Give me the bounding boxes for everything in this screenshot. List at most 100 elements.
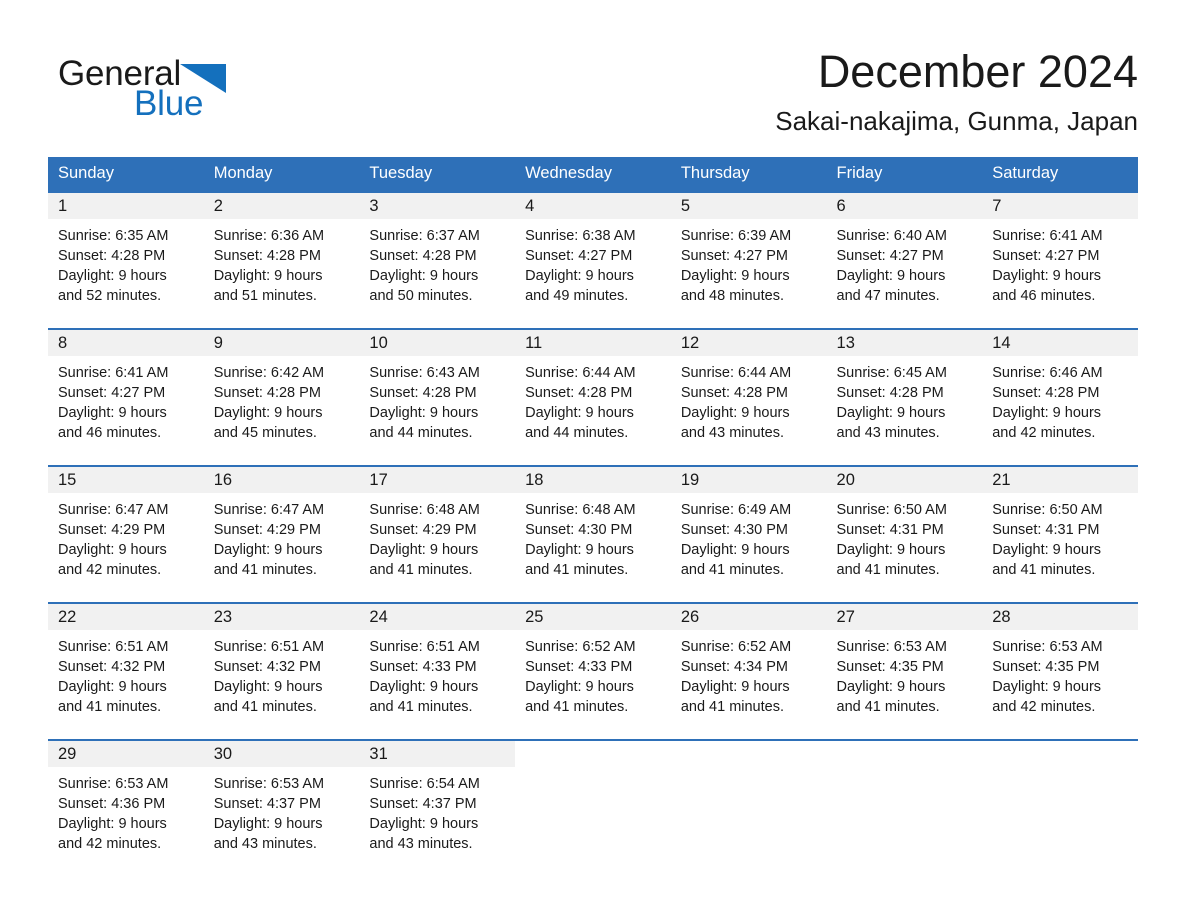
day-number: 4 bbox=[515, 193, 671, 219]
sunrise-text: Sunrise: 6:49 AM bbox=[680, 502, 792, 518]
general-blue-logo[interactable]: General Blue bbox=[58, 54, 298, 130]
week-spacer bbox=[48, 450, 1138, 466]
day-number bbox=[826, 741, 983, 767]
day-details: Sunrise: 6:37 AM Sunset: 4:28 PM Daylight:… bbox=[359, 219, 515, 306]
calendar-day-cell[interactable]: 13 Sunrise: 6:45 AM Sunset: 4:28 PM Dayligh… bbox=[826, 328, 983, 450]
sunrise-text: Sunrise: 6:51 AM bbox=[58, 639, 169, 655]
calendar-page: General Blue December 2024 Sakai-nakajim… bbox=[0, 0, 1188, 918]
calendar-day-cell[interactable]: 23 Sunrise: 6:51 AM Sunset: 4:32 PM Dayligh… bbox=[203, 602, 360, 724]
sunset-text: Sunset: 4:30 PM bbox=[525, 522, 633, 538]
calendar-day-cell[interactable]: 24 Sunrise: 6:51 AM Sunset: 4:33 PM Dayligh… bbox=[359, 602, 516, 724]
sunrise-text: Sunrise: 6:54 AM bbox=[369, 776, 480, 792]
sunset-text: Sunset: 4:29 PM bbox=[213, 522, 321, 538]
calendar-day-cell[interactable]: 28 Sunrise: 6:53 AM Sunset: 4:35 PM Dayligh… bbox=[982, 602, 1138, 724]
daylight-text-line2: and 47 minutes. bbox=[836, 288, 940, 304]
calendar-day-cell[interactable]: 18 Sunrise: 6:48 AM Sunset: 4:30 PM Dayligh… bbox=[515, 465, 671, 587]
calendar-day-cell[interactable]: 17 Sunrise: 6:48 AM Sunset: 4:29 PM Dayligh… bbox=[359, 465, 516, 587]
sunrise-text: Sunrise: 6:43 AM bbox=[369, 365, 480, 381]
daylight-text-line1: Daylight: 9 hours bbox=[369, 679, 479, 695]
sunrise-text: Sunrise: 6:52 AM bbox=[680, 639, 792, 655]
sunset-text: Sunset: 4:32 PM bbox=[213, 659, 321, 675]
daylight-text-line1: Daylight: 9 hours bbox=[525, 679, 634, 695]
sunrise-text: Sunrise: 6:45 AM bbox=[836, 365, 947, 381]
calendar-day-cell[interactable]: 10 Sunrise: 6:43 AM Sunset: 4:28 PM Dayligh… bbox=[359, 328, 516, 450]
sunset-text: Sunset: 4:36 PM bbox=[58, 796, 166, 812]
sunrise-text: Sunrise: 6:44 AM bbox=[680, 365, 792, 381]
logo-bottom-row: Blue bbox=[58, 86, 298, 122]
page-title: December 2024 bbox=[817, 46, 1138, 97]
daylight-text-line2: and 41 minutes. bbox=[213, 699, 317, 715]
sunset-text: Sunset: 4:35 PM bbox=[992, 659, 1100, 675]
sunset-text: Sunset: 4:37 PM bbox=[213, 796, 321, 812]
daylight-text-line2: and 42 minutes. bbox=[58, 562, 162, 578]
daylight-text-line1: Daylight: 9 hours bbox=[525, 268, 634, 284]
sunset-text: Sunset: 4:27 PM bbox=[836, 248, 944, 264]
calendar-day-cell[interactable]: 30 Sunrise: 6:53 AM Sunset: 4:37 PM Dayligh… bbox=[203, 739, 360, 861]
sunrise-text: Sunrise: 6:41 AM bbox=[58, 365, 169, 381]
daylight-text-line1: Daylight: 9 hours bbox=[836, 542, 946, 558]
calendar-day-cell[interactable]: 11 Sunrise: 6:44 AM Sunset: 4:28 PM Dayligh… bbox=[515, 328, 671, 450]
day-details bbox=[827, 767, 983, 774]
calendar-day-cell[interactable]: 21 Sunrise: 6:50 AM Sunset: 4:31 PM Dayligh… bbox=[982, 465, 1138, 587]
calendar-day-cell[interactable]: 26 Sunrise: 6:52 AM Sunset: 4:34 PM Dayligh… bbox=[670, 602, 827, 724]
daylight-text-line1: Daylight: 9 hours bbox=[213, 679, 323, 695]
day-number: 14 bbox=[982, 330, 1138, 356]
sunset-text: Sunset: 4:28 PM bbox=[836, 385, 944, 401]
calendar-day-cell[interactable]: 27 Sunrise: 6:53 AM Sunset: 4:35 PM Dayligh… bbox=[826, 602, 983, 724]
sunset-text: Sunset: 4:28 PM bbox=[213, 248, 321, 264]
calendar-day-cell[interactable]: 25 Sunrise: 6:52 AM Sunset: 4:33 PM Dayligh… bbox=[515, 602, 671, 724]
sunset-text: Sunset: 4:28 PM bbox=[213, 385, 321, 401]
sunset-text: Sunset: 4:28 PM bbox=[369, 385, 477, 401]
sunrise-text: Sunrise: 6:47 AM bbox=[58, 502, 169, 518]
day-details: Sunrise: 6:54 AM Sunset: 4:37 PM Daylight:… bbox=[359, 767, 515, 854]
calendar-day-cell[interactable]: 15 Sunrise: 6:47 AM Sunset: 4:29 PM Dayligh… bbox=[48, 465, 204, 587]
daylight-text-line2: and 42 minutes. bbox=[992, 699, 1096, 715]
page-header: General Blue December 2024 Sakai-nakajim… bbox=[48, 44, 1138, 148]
sunrise-text: Sunrise: 6:53 AM bbox=[992, 639, 1103, 655]
calendar-day-cell[interactable]: 31 Sunrise: 6:54 AM Sunset: 4:37 PM Dayligh… bbox=[359, 739, 516, 861]
sunset-text: Sunset: 4:28 PM bbox=[58, 248, 166, 264]
calendar-day-cell[interactable]: 2 Sunrise: 6:36 AM Sunset: 4:28 PM Daylight… bbox=[203, 191, 360, 313]
sunrise-text: Sunrise: 6:41 AM bbox=[992, 228, 1103, 244]
day-number: 25 bbox=[515, 604, 671, 630]
daylight-text-line1: Daylight: 9 hours bbox=[58, 405, 167, 421]
calendar-day-cell[interactable]: 20 Sunrise: 6:50 AM Sunset: 4:31 PM Dayligh… bbox=[826, 465, 983, 587]
calendar-empty-cell bbox=[826, 739, 983, 861]
day-number: 6 bbox=[826, 193, 983, 219]
daylight-text-line1: Daylight: 9 hours bbox=[58, 542, 167, 558]
day-number: 29 bbox=[48, 741, 204, 767]
daylight-text-line2: and 41 minutes. bbox=[369, 699, 473, 715]
calendar-empty-cell bbox=[982, 739, 1138, 861]
daylight-text-line2: and 51 minutes. bbox=[213, 288, 317, 304]
calendar-day-cell[interactable]: 5 Sunrise: 6:39 AM Sunset: 4:27 PM Daylight… bbox=[670, 191, 827, 313]
calendar-day-cell[interactable]: 9 Sunrise: 6:42 AM Sunset: 4:28 PM Daylight… bbox=[203, 328, 360, 450]
calendar-day-cell[interactable]: 3 Sunrise: 6:37 AM Sunset: 4:28 PM Daylight… bbox=[359, 191, 516, 313]
calendar-day-cell[interactable]: 4 Sunrise: 6:38 AM Sunset: 4:27 PM Daylight… bbox=[515, 191, 671, 313]
calendar-day-cell[interactable]: 22 Sunrise: 6:51 AM Sunset: 4:32 PM Dayligh… bbox=[48, 602, 204, 724]
daylight-text-line1: Daylight: 9 hours bbox=[369, 816, 479, 832]
calendar-day-cell[interactable]: 14 Sunrise: 6:46 AM Sunset: 4:28 PM Dayligh… bbox=[982, 328, 1138, 450]
day-number: 21 bbox=[982, 467, 1138, 493]
sunrise-text: Sunrise: 6:51 AM bbox=[369, 639, 480, 655]
calendar-day-cell[interactable]: 8 Sunrise: 6:41 AM Sunset: 4:27 PM Daylight… bbox=[48, 328, 204, 450]
day-number: 12 bbox=[670, 330, 827, 356]
day-details bbox=[982, 767, 1138, 774]
calendar-day-cell[interactable]: 6 Sunrise: 6:40 AM Sunset: 4:27 PM Daylight… bbox=[826, 191, 983, 313]
calendar-day-cell[interactable]: 29 Sunrise: 6:53 AM Sunset: 4:36 PM Dayligh… bbox=[48, 739, 204, 861]
daylight-text-line2: and 41 minutes. bbox=[58, 699, 162, 715]
calendar-day-cell[interactable]: 19 Sunrise: 6:49 AM Sunset: 4:30 PM Dayligh… bbox=[670, 465, 827, 587]
calendar-day-cell[interactable]: 1 Sunrise: 6:35 AM Sunset: 4:28 PM Daylight… bbox=[48, 191, 204, 313]
day-number bbox=[515, 741, 671, 767]
sunset-text: Sunset: 4:33 PM bbox=[525, 659, 633, 675]
calendar-day-cell[interactable]: 16 Sunrise: 6:47 AM Sunset: 4:29 PM Dayligh… bbox=[203, 465, 360, 587]
sunrise-text: Sunrise: 6:40 AM bbox=[836, 228, 947, 244]
day-details bbox=[515, 767, 671, 774]
day-details: Sunrise: 6:41 AM Sunset: 4:27 PM Daylight:… bbox=[48, 356, 204, 443]
calendar-day-cell[interactable]: 7 Sunrise: 6:41 AM Sunset: 4:27 PM Daylight… bbox=[982, 191, 1138, 313]
week-spacer bbox=[48, 313, 1138, 329]
sunset-text: Sunset: 4:27 PM bbox=[58, 385, 166, 401]
calendar-day-cell[interactable]: 12 Sunrise: 6:44 AM Sunset: 4:28 PM Dayligh… bbox=[670, 328, 827, 450]
daylight-text-line2: and 41 minutes. bbox=[525, 562, 629, 578]
calendar-empty-cell bbox=[670, 739, 827, 861]
daylight-text-line2: and 49 minutes. bbox=[525, 288, 629, 304]
